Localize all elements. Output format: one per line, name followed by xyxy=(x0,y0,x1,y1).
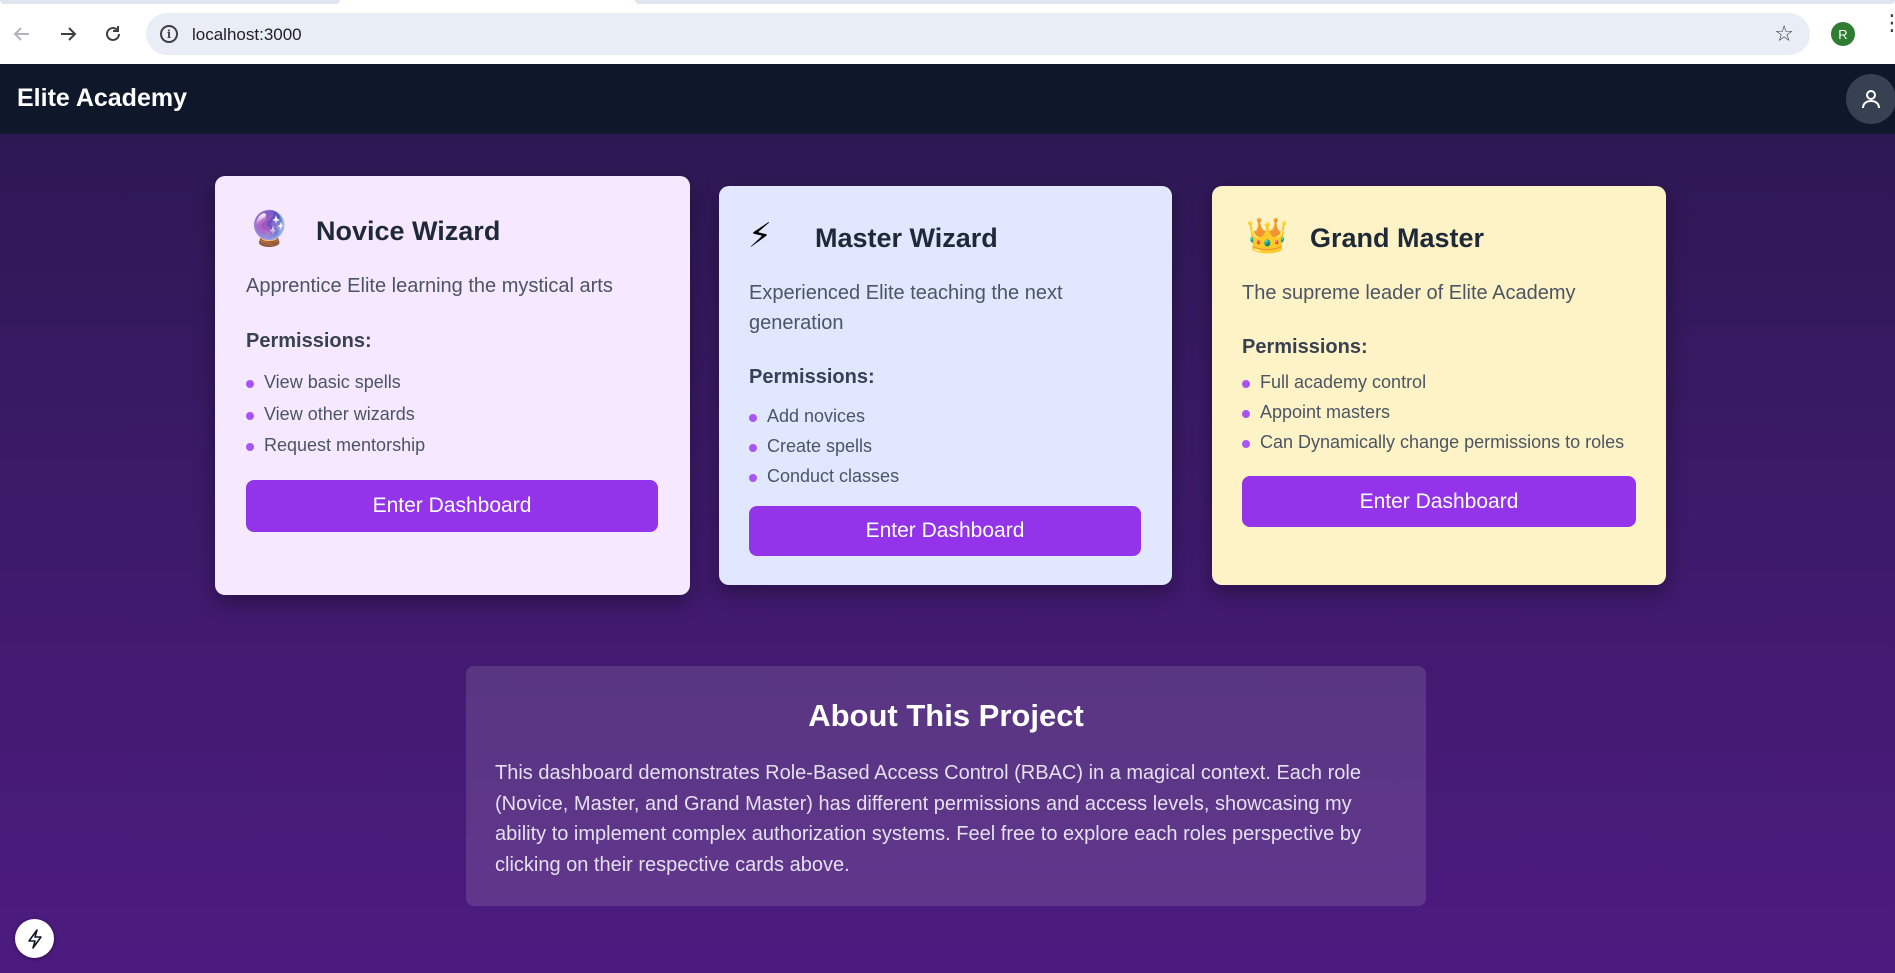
permission-item: Create spells xyxy=(749,436,899,466)
permission-item: Request mentorship xyxy=(246,435,425,466)
permission-item: View other wizards xyxy=(246,404,425,435)
about-section: About This Project This dashboard demons… xyxy=(466,666,1426,906)
brand-title[interactable]: Elite Academy xyxy=(17,84,187,113)
permissions-list: Full academy control Appoint masters Can… xyxy=(1242,372,1624,462)
enter-dashboard-button[interactable]: Enter Dashboard xyxy=(749,506,1141,556)
role-title: Novice Wizard xyxy=(316,216,501,246)
role-card-grand-master[interactable]: 👑 Grand Master The supreme leader of Eli… xyxy=(1212,186,1666,585)
enter-dashboard-button[interactable]: Enter Dashboard xyxy=(1242,476,1636,527)
user-icon xyxy=(1862,90,1880,109)
role-card-novice[interactable]: 🔮 Novice Wizard Apprentice Elite learnin… xyxy=(215,176,690,595)
user-menu-button[interactable] xyxy=(1846,74,1895,124)
reload-icon[interactable] xyxy=(99,20,127,48)
permissions-list: View basic spells View other wizards Req… xyxy=(246,372,425,466)
forward-arrow-icon[interactable] xyxy=(54,20,82,48)
crown-icon: 👑 xyxy=(1246,217,1289,255)
role-title: Master Wizard xyxy=(815,223,998,253)
lightning-outline-icon xyxy=(27,928,42,949)
top-navbar: Elite Academy xyxy=(0,64,1895,134)
permissions-heading: Permissions: xyxy=(749,366,875,388)
permission-item: View basic spells xyxy=(246,372,425,404)
enter-dashboard-button[interactable]: Enter Dashboard xyxy=(246,480,658,532)
permission-item: Add novices xyxy=(749,406,899,436)
permission-item: Can Dynamically change permissions to ro… xyxy=(1242,432,1624,462)
role-description: The supreme leader of Elite Academy xyxy=(1242,282,1576,304)
dev-tools-button[interactable] xyxy=(15,919,54,958)
browser-menu-icon[interactable]: ⋮ xyxy=(1881,12,1895,34)
permission-item: Conduct classes xyxy=(749,466,899,496)
permissions-heading: Permissions: xyxy=(246,330,372,352)
crystal-ball-icon: 🔮 xyxy=(248,210,291,248)
role-title: Grand Master xyxy=(1310,223,1485,253)
bookmark-star-icon[interactable]: ☆ xyxy=(1774,21,1794,47)
site-info-icon[interactable]: i xyxy=(160,25,178,43)
address-bar-url[interactable]: localhost:3000 xyxy=(192,25,302,45)
tab-strip-edge xyxy=(0,0,340,4)
lightning-icon: ⚡ xyxy=(748,217,772,255)
permission-item: Appoint masters xyxy=(1242,402,1624,432)
permissions-heading: Permissions: xyxy=(1242,336,1368,358)
browser-chrome: i localhost:3000 ☆ R ⋮ xyxy=(0,0,1895,64)
permissions-list: Add novices Create spells Conduct classe… xyxy=(749,406,899,496)
about-title: About This Project xyxy=(808,698,1084,733)
app-root: Elite Academy 🔮 Novice Wizard Apprentice… xyxy=(0,64,1895,973)
profile-avatar[interactable]: R xyxy=(1831,22,1855,46)
role-description: Experienced Elite teaching the next gene… xyxy=(749,282,1063,334)
back-arrow-icon[interactable] xyxy=(8,20,36,48)
role-description: Apprentice Elite learning the mystical a… xyxy=(246,275,613,297)
about-body: This dashboard demonstrates Role-Based A… xyxy=(495,762,1361,876)
tab-strip-edge xyxy=(635,0,1895,4)
role-card-master[interactable]: ⚡ Master Wizard Experienced Elite teachi… xyxy=(719,186,1172,585)
permission-item: Full academy control xyxy=(1242,372,1624,402)
address-bar[interactable]: i localhost:3000 ☆ xyxy=(146,13,1810,55)
